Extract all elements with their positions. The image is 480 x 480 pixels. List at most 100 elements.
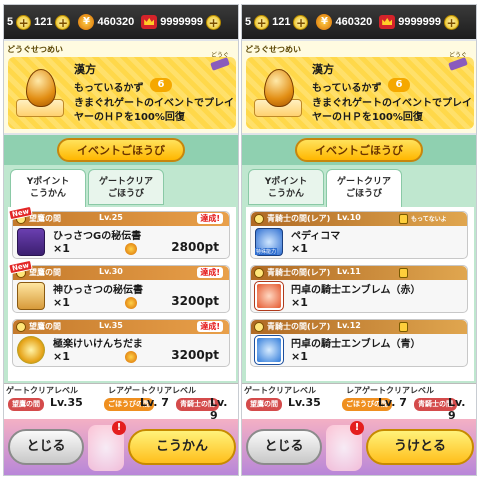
tab-ypoint-exchange[interactable]: Yポイント こうかん	[10, 169, 86, 207]
item-description: どうぐせつめい 漢方 もっているかず 6 きまぐれゲートのイベントでプレイヤーの…	[4, 41, 238, 133]
dougu-button[interactable]: どうぐ	[208, 50, 232, 72]
coins-value: 121	[272, 16, 291, 28]
item-quantity: ×1	[291, 242, 308, 255]
clear-level-strip: ゲートクリアレベル レアゲートクリアレベル 望鷹の間 Lv.35 ごほうびの間 …	[4, 383, 238, 422]
reward-list[interactable]: 望鷹の間 Lv.25 達成! New ひっさつGの秘伝書 ×1 2800pt 望…	[8, 207, 236, 381]
achieved-tag: 達成!	[197, 213, 223, 224]
exchange-screen-ypoint: 5 + 121 + ¥ 460320 9999999 + どうぐせつめい 漢方 …	[3, 4, 239, 476]
count-label: もっているかず	[74, 83, 144, 94]
add-stamina-button[interactable]: +	[16, 14, 32, 30]
item-name: ひっさつGの秘伝書	[53, 231, 142, 242]
gate-icon	[254, 322, 264, 332]
gate-level: Lv.35	[288, 396, 321, 409]
tab-bar: Yポイント こうかん ゲートクリア ごほうび	[246, 169, 474, 207]
reward-gate-level: Lv. 7	[140, 396, 169, 409]
scroll-book-icon	[17, 228, 45, 256]
gate-icon	[16, 322, 26, 332]
event-reward-banner: イベントごほうび	[242, 135, 476, 165]
egg-icon	[252, 63, 304, 123]
gate-icon	[254, 268, 264, 278]
ymoney-icon: ¥	[78, 14, 95, 30]
bottom-bar: とじる ! こうかん	[4, 419, 238, 475]
paw-emblem-blue-icon	[254, 335, 284, 365]
add-points-button[interactable]: +	[206, 14, 222, 30]
ypoint-icon	[125, 243, 137, 255]
tab-gate-clear-reward[interactable]: ゲートクリア ごほうび	[326, 169, 402, 207]
count-label: もっているかず	[312, 83, 382, 94]
list-item[interactable]: 青騎士の間(レア) Lv.12 円卓の騎士エンブレム（青） ×1	[250, 319, 468, 367]
tool-icon	[210, 57, 230, 71]
reward-list-area: Yポイント こうかん ゲートクリア ごほうび 望鷹の間 Lv.25 達成! Ne…	[4, 165, 238, 383]
coins-value: 121	[34, 16, 53, 28]
ypoint-icon	[125, 297, 137, 309]
receive-button[interactable]: うけとる	[366, 429, 474, 465]
row-header: 青騎士の間(レア) Lv.11	[251, 266, 467, 280]
lock-icon	[399, 214, 408, 224]
stamina-value: 5	[245, 16, 252, 28]
gate-badge: 望鷹の間	[246, 398, 282, 411]
alert-icon: !	[350, 421, 364, 435]
gate-clear-reward-screen: 5 + 121 + ¥ 460320 9999999 + どうぐせつめい 漢方 …	[241, 4, 477, 476]
row-gate: 望鷹の間	[29, 214, 61, 223]
ymoney-value: 460320	[335, 16, 373, 28]
tab-gate-clear-reward[interactable]: ゲートクリア ごほうび	[88, 169, 164, 205]
item-quantity: ×1	[53, 350, 70, 363]
tab-bar: Yポイント こうかん ゲートクリア ごほうび	[8, 169, 236, 207]
tab-ypoint-exchange[interactable]: Yポイント こうかん	[248, 169, 324, 205]
list-item[interactable]: 望鷹の間 Lv.25 達成! New ひっさつGの秘伝書 ×1 2800pt	[8, 207, 230, 259]
crown-icon	[379, 15, 396, 29]
item-description: どうぐせつめい 漢方 もっているかず 6 きまぐれゲートのイベントでプレイヤーの…	[242, 41, 476, 133]
gate-icon	[254, 214, 264, 224]
currency-bar: 5 + 121 + ¥ 460320 9999999 +	[4, 5, 238, 39]
add-coins-button[interactable]: +	[293, 14, 309, 30]
list-item[interactable]: 望鷹の間 Lv.30 達成! New 神ひっさつの秘伝書 ×1 3200pt	[8, 259, 230, 313]
row-header: 青騎士の間(レア) Lv.10 もってないよ	[251, 212, 467, 226]
row-level: Lv.12	[337, 321, 361, 330]
item-name: 神ひっさつの秘伝書	[53, 285, 143, 296]
rare-gate-clear-level-label: レアゲートクリアレベル	[108, 386, 196, 395]
row-level: Lv.35	[99, 321, 123, 330]
scroll-book-icon	[17, 282, 45, 310]
points-value: 9999999	[398, 16, 442, 28]
exchange-button[interactable]: こうかん	[128, 429, 236, 465]
reward-gate-level: Lv. 7	[378, 396, 407, 409]
gate-clear-level-label: ゲートクリアレベル	[6, 386, 78, 395]
ypoint-icon	[125, 351, 137, 363]
add-stamina-button[interactable]: +	[254, 14, 270, 30]
stamina-value: 5	[7, 16, 14, 28]
dougu-label: どうぐ	[210, 52, 229, 59]
currency-bar: 5 + 121 + ¥ 460320 9999999 +	[242, 5, 476, 39]
list-item[interactable]: 望鷹の間 Lv.35 達成! 極楽けいけんちだま ×1 3200pt	[12, 319, 230, 367]
row-level: Lv.11	[337, 267, 361, 276]
description-card: 漢方 もっているかず 6 きまぐれゲートのイベントでプレイヤーのＨＰを100%回…	[246, 57, 474, 129]
close-button[interactable]: とじる	[8, 429, 84, 465]
dougu-button[interactable]: どうぐ	[446, 50, 470, 72]
reward-list-area: Yポイント こうかん ゲートクリア ごほうび 青騎士の間(レア) Lv.10 も…	[242, 165, 476, 383]
list-item[interactable]: 青騎士の間(レア) Lv.10 もってないよ 特殊能力 ペディコマ ×1	[250, 211, 468, 259]
row-gate: 青騎士の間(レア)	[267, 214, 331, 223]
crown-icon	[141, 15, 158, 29]
not-owned-label: もってないよ	[411, 216, 447, 223]
reward-list[interactable]: 青騎士の間(レア) Lv.10 もってないよ 特殊能力 ペディコマ ×1 青騎士…	[246, 207, 474, 381]
item-cost: 3200pt	[171, 294, 219, 308]
lock-icon	[399, 322, 408, 332]
item-name: 円卓の騎士エンブレム（青）	[291, 339, 421, 350]
rare-gate-clear-level-label: レアゲートクリアレベル	[346, 386, 434, 395]
row-header: 望鷹の間 Lv.35 達成!	[13, 320, 229, 334]
close-button[interactable]: とじる	[246, 429, 322, 465]
add-coins-button[interactable]: +	[55, 14, 71, 30]
item-name: 円卓の騎士エンブレム（赤）	[291, 285, 421, 296]
banner-title: イベントごほうび	[57, 138, 185, 162]
item-cost: 3200pt	[171, 348, 219, 362]
item-quantity: ×1	[53, 296, 70, 309]
achieved-tag: 達成!	[197, 321, 223, 332]
item-quantity: ×1	[291, 350, 308, 363]
achieved-tag: 達成!	[197, 267, 223, 278]
description-text: きまぐれゲートのイベントでプレイヤーのＨＰを100%回復	[312, 98, 472, 123]
description-caption: どうぐせつめい	[7, 45, 63, 54]
add-points-button[interactable]: +	[444, 14, 460, 30]
bottom-bar: とじる ! うけとる	[242, 419, 476, 475]
row-header: 青騎士の間(レア) Lv.12	[251, 320, 467, 334]
list-item[interactable]: 青騎士の間(レア) Lv.11 円卓の騎士エンブレム（赤） ×1	[250, 265, 468, 313]
lock-icon	[399, 268, 408, 278]
